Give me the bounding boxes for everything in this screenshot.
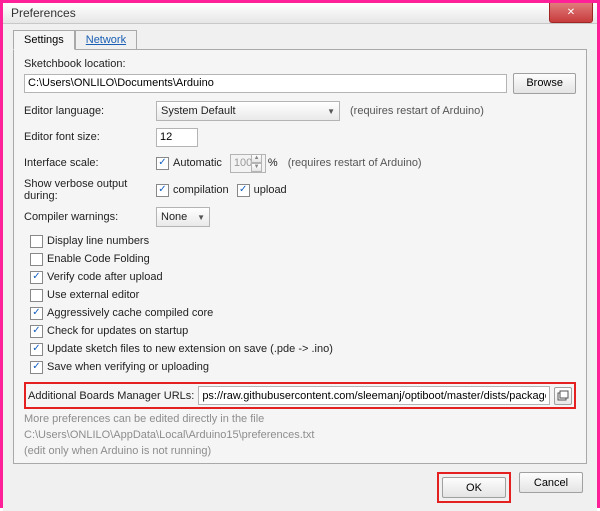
font-size-input[interactable] <box>156 128 198 147</box>
verbose-compilation-label: compilation <box>173 184 229 196</box>
opt-save-on-verify[interactable]: Save when verifying or uploading <box>30 358 576 376</box>
opt-label: Aggressively cache compiled core <box>47 307 213 319</box>
opt-check-updates[interactable]: Check for updates on startup <box>30 322 576 340</box>
chevron-down-icon: ▼ <box>191 213 205 222</box>
interface-scale-label: Interface scale: <box>24 157 156 169</box>
dialog-buttons: OK Cancel <box>13 464 587 503</box>
checkbox-icon <box>30 343 43 356</box>
chevron-down-icon: ▼ <box>321 107 335 116</box>
automatic-scale-checkbox-label: Automatic <box>173 157 222 169</box>
opt-label: Display line numbers <box>47 235 149 247</box>
ok-button[interactable]: OK <box>442 477 506 498</box>
opt-external-editor[interactable]: Use external editor <box>30 286 576 304</box>
checkbox-icon <box>156 184 169 197</box>
cancel-button[interactable]: Cancel <box>519 472 583 493</box>
tab-settings[interactable]: Settings <box>13 30 75 50</box>
scale-suffix: % <box>268 157 278 169</box>
opt-label: Use external editor <box>47 289 139 301</box>
checkbox-icon <box>30 361 43 374</box>
editor-language-hint: (requires restart of Arduino) <box>350 105 484 117</box>
sketchbook-path-input[interactable] <box>24 74 507 93</box>
options-list: Display line numbers Enable Code Folding… <box>30 232 576 376</box>
settings-panel: Sketchbook location: Browse Editor langu… <box>13 49 587 464</box>
checkbox-icon <box>30 235 43 248</box>
compiler-warnings-select[interactable]: None ▼ <box>156 207 210 227</box>
opt-verify-after-upload[interactable]: Verify code after upload <box>30 268 576 286</box>
checkbox-icon <box>30 289 43 302</box>
opt-label: Update sketch files to new extension on … <box>47 343 333 355</box>
verbose-label: Show verbose output during: <box>24 178 156 202</box>
compiler-warnings-label: Compiler warnings: <box>24 211 156 223</box>
scale-hint: (requires restart of Arduino) <box>288 157 422 169</box>
checkbox-icon <box>30 307 43 320</box>
checkbox-icon <box>30 325 43 338</box>
window-icon <box>557 390 569 402</box>
boards-url-label: Additional Boards Manager URLs: <box>28 390 194 402</box>
open-urls-dialog-button[interactable] <box>554 387 572 405</box>
checkbox-icon <box>30 271 43 284</box>
verbose-upload-checkbox[interactable]: upload <box>237 184 287 197</box>
editor-language-label: Editor language: <box>24 105 156 117</box>
tab-network[interactable]: Network <box>75 30 137 50</box>
opt-enable-code-folding[interactable]: Enable Code Folding <box>30 250 576 268</box>
browse-button[interactable]: Browse <box>513 73 576 94</box>
prefs-note-3: (edit only when Arduino is not running) <box>24 445 576 457</box>
opt-update-extension[interactable]: Update sketch files to new extension on … <box>30 340 576 358</box>
opt-label: Check for updates on startup <box>47 325 188 337</box>
font-size-label: Editor font size: <box>24 131 156 143</box>
editor-language-select[interactable]: System Default ▼ <box>156 101 340 121</box>
opt-cache-compiled-core[interactable]: Aggressively cache compiled core <box>30 304 576 322</box>
opt-label: Enable Code Folding <box>47 253 150 265</box>
editor-language-value: System Default <box>161 105 236 117</box>
scale-spinner[interactable]: 100 ▲▼ <box>230 154 266 173</box>
boards-url-highlight: Additional Boards Manager URLs: <box>24 382 576 409</box>
compiler-warnings-value: None <box>161 211 187 223</box>
spinner-buttons[interactable]: ▲▼ <box>251 154 262 172</box>
automatic-scale-checkbox[interactable]: Automatic <box>156 157 222 170</box>
titlebar: Preferences ✕ <box>3 3 597 24</box>
window-title: Preferences <box>11 6 76 20</box>
checkbox-icon <box>237 184 250 197</box>
opt-label: Save when verifying or uploading <box>47 361 209 373</box>
ok-highlight: OK <box>437 472 511 503</box>
opt-display-line-numbers[interactable]: Display line numbers <box>30 232 576 250</box>
verbose-upload-label: upload <box>254 184 287 196</box>
prefs-file-path: C:\Users\ONLILO\AppData\Local\Arduino15\… <box>24 429 576 441</box>
opt-label: Verify code after upload <box>47 271 163 283</box>
boards-url-input[interactable] <box>198 386 550 405</box>
verbose-compilation-checkbox[interactable]: compilation <box>156 184 229 197</box>
checkbox-icon <box>30 253 43 266</box>
scale-value: 100 <box>234 157 252 169</box>
tab-strip: Settings Network <box>13 30 587 50</box>
prefs-note-1: More preferences can be edited directly … <box>24 413 576 425</box>
close-button[interactable]: ✕ <box>549 3 593 23</box>
checkbox-icon <box>156 157 169 170</box>
close-icon: ✕ <box>567 7 575 18</box>
sketchbook-label: Sketchbook location: <box>24 58 576 70</box>
